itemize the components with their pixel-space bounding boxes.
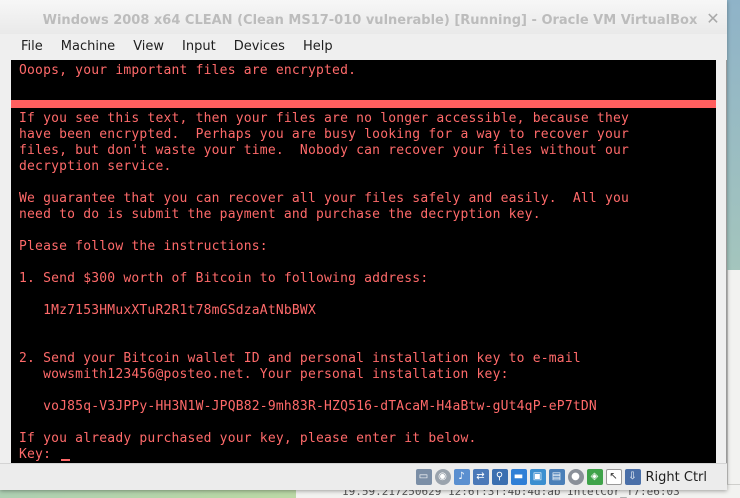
key-input-line[interactable]: Key: (19, 447, 71, 463)
screen-line: Please follow the instructions: (19, 239, 268, 254)
menu-devices[interactable]: Devices (225, 34, 294, 60)
video-capture-icon[interactable]: ▤ (548, 469, 565, 485)
screen-line: If you see this text, then your files ar… (19, 111, 630, 126)
host-key-label: Right Ctrl (645, 469, 708, 485)
bitcoin-address: 1Mz7153HMuxXTuR2R1t78mGSdzaAtNbBWX (19, 303, 316, 318)
screen-line: have been encrypted. Perhaps you are bus… (19, 127, 630, 142)
header-banner (11, 100, 716, 108)
optical-drive-icon[interactable]: ◉ (434, 469, 451, 485)
mouse-integration-icon[interactable]: ↖ (605, 469, 622, 485)
menu-view[interactable]: View (124, 34, 173, 60)
menu-file[interactable]: File (12, 34, 52, 60)
network-icon[interactable]: ⇄ (472, 469, 489, 485)
screen-line: files, but don't waste your time. Nobody… (19, 143, 630, 158)
contact-email-line: wowsmith123456@posteo.net. Your personal… (19, 367, 509, 382)
ransom-header: Ooops, your important files are encrypte… (19, 63, 357, 78)
audio-icon[interactable]: ♪ (453, 469, 470, 485)
title-bar[interactable]: Windows 2008 x64 CLEAN (Clean MS17-010 v… (0, 0, 727, 34)
host-key-icon: ⇩ (624, 469, 641, 485)
installation-key: voJ85q-V3JPPy-HH3N1W-JPQB82-9mh83R-HZQ51… (19, 399, 597, 414)
screen-line: We guarantee that you can recover all yo… (19, 191, 630, 206)
text-cursor (61, 459, 71, 461)
virtualbox-window: Windows 2008 x64 CLEAN (Clean MS17-010 v… (0, 0, 727, 490)
menu-machine[interactable]: Machine (52, 34, 124, 60)
recording-icon[interactable]: ● (567, 469, 584, 485)
window-title: Windows 2008 x64 CLEAN (Clean MS17-010 v… (42, 13, 698, 28)
menu-input[interactable]: Input (173, 34, 225, 60)
screen-line: need to do is submit the payment and pur… (19, 207, 541, 222)
hard-disk-icon[interactable]: ▭ (415, 469, 432, 485)
screen-line: 1. Send $300 worth of Bitcoin to followi… (19, 271, 429, 286)
guest-additions-icon[interactable]: ◈ (586, 469, 603, 485)
screen-line: If you already purchased your key, pleas… (19, 431, 477, 446)
menu-bar: File Machine View Input Devices Help (0, 34, 727, 60)
menu-help[interactable]: Help (294, 34, 342, 60)
close-icon[interactable]: ✕ (705, 11, 721, 27)
guest-screen[interactable]: Ooops, your important files are encrypte… (11, 60, 716, 463)
background-window (727, 270, 740, 498)
key-prompt: Key: (19, 447, 60, 462)
display-icon[interactable]: ▣ (529, 469, 546, 485)
usb-icon[interactable]: ⚲ (491, 469, 508, 485)
status-bar: ▭ ◉ ♪ ⇄ ⚲ ▬ ▣ ▤ ● ◈ ↖ ⇩ Right Ctrl (0, 463, 727, 490)
screen-line: decryption service. (19, 159, 172, 174)
screen-line: 2. Send your Bitcoin wallet ID and perso… (19, 351, 581, 366)
shared-folders-icon[interactable]: ▬ (510, 469, 527, 485)
